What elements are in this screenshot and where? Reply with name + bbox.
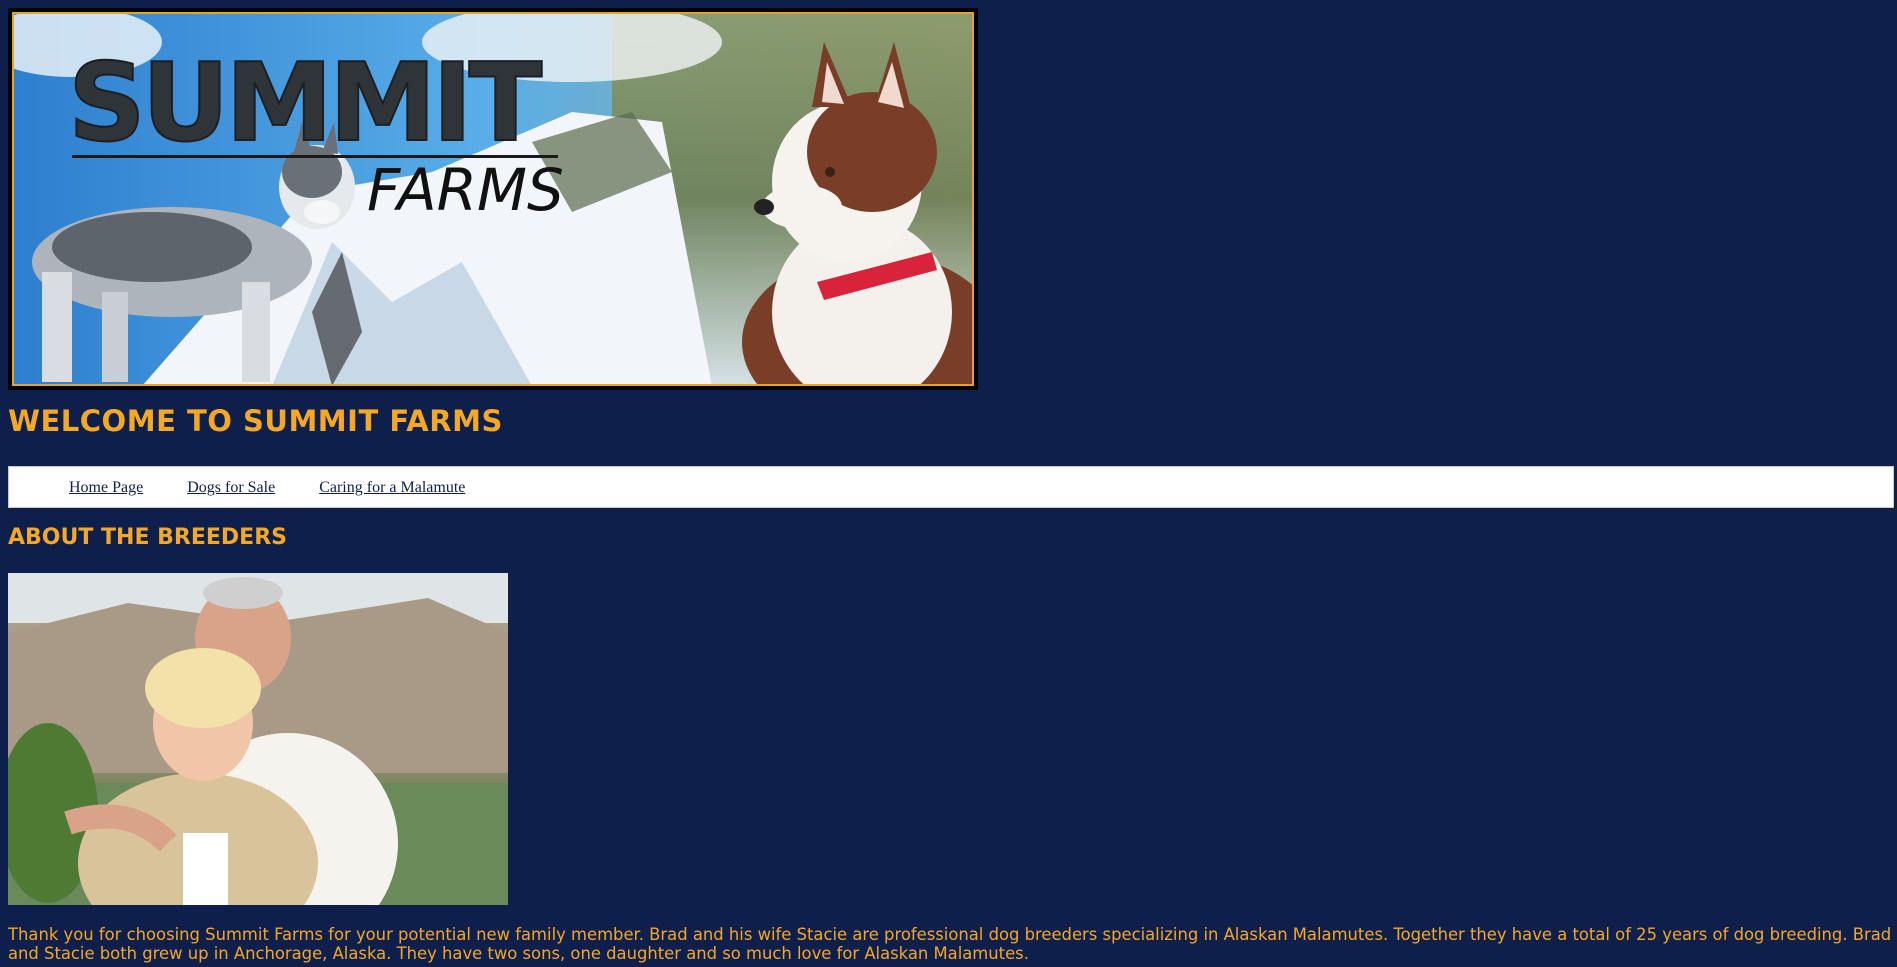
nav-item-caring: Caring for a Malamute <box>319 477 465 497</box>
nav-link-home-page[interactable]: Home Page <box>69 479 143 496</box>
main-nav: Home Page Dogs for Sale Caring for a Mal… <box>8 466 1894 508</box>
svg-text:FARMS: FARMS <box>367 156 564 224</box>
header-banner: SUMMIT FARMS <box>8 8 978 390</box>
svg-text:SUMMIT: SUMMIT <box>68 41 543 166</box>
intro-paragraph: Thank you for choosing Summit Farms for … <box>8 925 1892 963</box>
nav-link-dogs-for-sale[interactable]: Dogs for Sale <box>187 479 275 496</box>
welcome-heading: WELCOME TO SUMMIT FARMS <box>8 404 503 438</box>
nav-item-home: Home Page <box>69 477 143 497</box>
nav-item-dogs-for-sale: Dogs for Sale <box>187 477 275 497</box>
nav-link-caring-for-malamute[interactable]: Caring for a Malamute <box>319 479 465 496</box>
breeders-photo <box>8 573 508 905</box>
about-heading: ABOUT THE BREEDERS <box>8 525 287 550</box>
